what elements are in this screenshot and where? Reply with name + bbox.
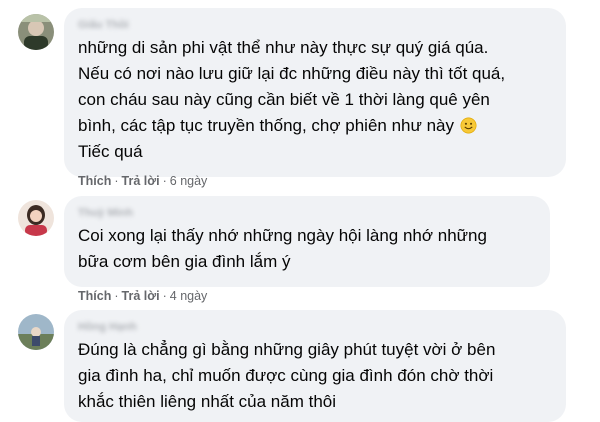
- comment-body-tail: Tiếc quá: [78, 142, 143, 161]
- separator: ·: [162, 174, 167, 188]
- avatar-photo: [18, 314, 54, 350]
- comment-text: Đúng là chẳng gì bằng những giây phút tu…: [78, 340, 496, 411]
- comment-text: Coi xong lại thấy nhớ những ngày hội làn…: [78, 226, 487, 271]
- comment-text: những di sản phi vật thể như này thực sự…: [78, 35, 552, 165]
- avatar[interactable]: [18, 200, 54, 236]
- separator: ·: [162, 289, 167, 303]
- comment-timestamp[interactable]: 4 ngày: [170, 289, 208, 303]
- comment-actions: Thích · Trả lời · 6 ngày: [78, 172, 207, 190]
- comment-bubble: Giấu Thồi những di sản phi vật thể như n…: [64, 8, 566, 177]
- comment-body: những di sản phi vật thể như này thực sự…: [78, 38, 506, 135]
- comment-bubble: Hồng Hạnh Đúng là chẳng gì bằng những gi…: [64, 310, 566, 422]
- like-link[interactable]: Thích: [78, 289, 111, 303]
- separator: ·: [114, 174, 119, 188]
- separator: ·: [114, 289, 119, 303]
- comment-bubble: Thuỳ Minh Coi xong lại thấy nhớ những ng…: [64, 196, 550, 287]
- like-link[interactable]: Thích: [78, 174, 111, 188]
- comment-author[interactable]: Thuỳ Minh: [78, 206, 536, 220]
- comment-author[interactable]: Giấu Thồi: [78, 18, 552, 32]
- avatar[interactable]: [18, 14, 54, 50]
- comment-timestamp[interactable]: 6 ngày: [170, 174, 208, 188]
- avatar-photo: [18, 14, 54, 50]
- avatar-photo: [18, 200, 54, 236]
- reply-link[interactable]: Trả lời: [122, 289, 160, 303]
- comment-author[interactable]: Hồng Hạnh: [78, 320, 552, 334]
- reply-link[interactable]: Trả lời: [122, 174, 160, 188]
- comment-actions: Thích · Trả lời · 4 ngày: [78, 287, 207, 305]
- avatar[interactable]: [18, 314, 54, 350]
- slightly-smiling-face-emoji: [460, 117, 477, 134]
